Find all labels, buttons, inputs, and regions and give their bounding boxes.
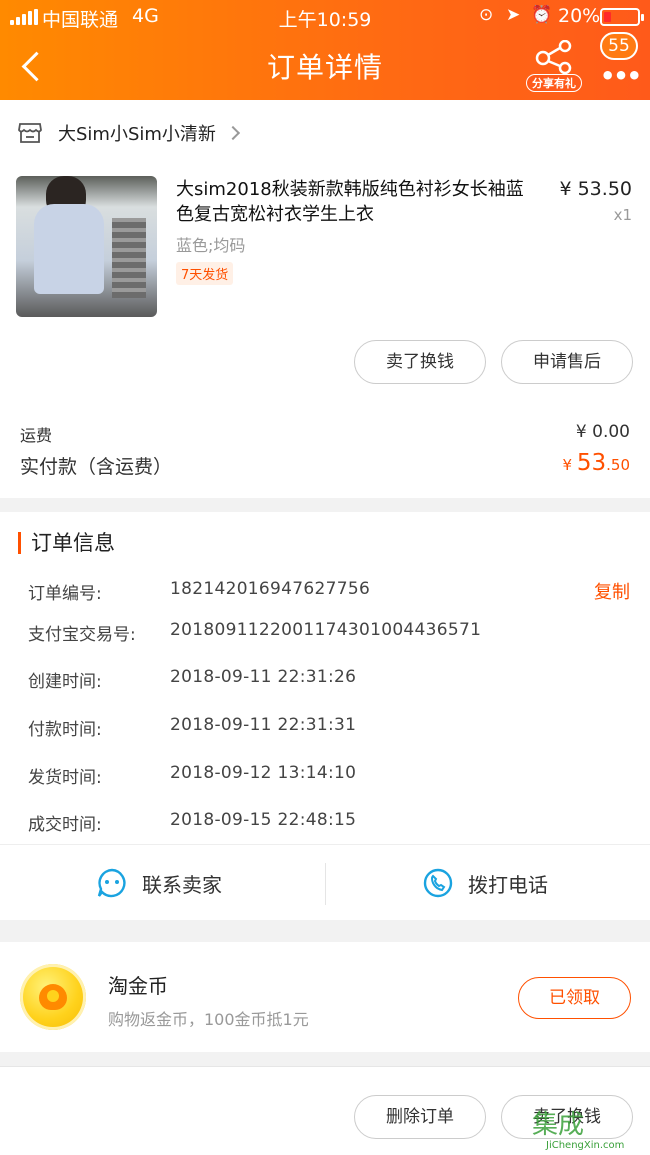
watermark-url: JiChengXin.com — [546, 1140, 625, 1151]
gold-coin-icon — [20, 964, 86, 1030]
product-quantity: x1 — [613, 206, 632, 224]
phone-icon — [423, 868, 453, 898]
order-number-value: 182142016947627756 — [170, 579, 371, 599]
order-number-label: 订单编号: — [28, 584, 102, 604]
coin-subtitle: 购物返金币，100金币抵1元 — [108, 1010, 309, 1029]
chevron-right-icon — [225, 125, 240, 141]
paid-decimal: .50 — [606, 456, 630, 474]
more-menu-icon[interactable]: ••• — [600, 62, 642, 90]
app-header: 中国联通 4G 上午10:59 ⊙ ➤ ⏰ 20% 订单详情 分享有礼 55 •… — [0, 0, 650, 100]
total-paid-value: ¥ 53.50 — [563, 450, 630, 476]
shipped-time-label: 发货时间: — [28, 768, 102, 788]
coin-title: 淘金币 — [108, 974, 168, 998]
paid-integer: 53 — [576, 450, 607, 476]
shop-name: 大Sim小Sim小清新 — [58, 124, 216, 145]
share-button[interactable]: 分享有礼 — [526, 40, 582, 92]
location-icon: ➤ — [506, 5, 521, 25]
contact-divider — [325, 863, 326, 905]
contact-seller-label: 联系卖家 — [142, 872, 222, 897]
created-time-label: 创建时间: — [28, 672, 102, 692]
after-sales-button[interactable]: 申请售后 — [501, 340, 633, 384]
paid-time-value: 2018-09-11 22:31:31 — [170, 715, 357, 735]
order-info-title: 订单信息 — [18, 532, 115, 554]
product-price: ¥ 53.50 — [559, 178, 632, 200]
shipped-time-value: 2018-09-12 13:14:10 — [170, 763, 357, 783]
product-title[interactable]: 大sim2018秋装新款韩版纯色衬衫女长袖蓝色复古宽松衬衣学生上衣 — [176, 177, 536, 227]
copy-order-number-button[interactable]: 复制 — [594, 578, 630, 604]
shipping-tag: 7天发货 — [176, 262, 234, 285]
order-info-card: 订单信息 订单编号: 182142016947627756 复制 支付宝交易号:… — [0, 512, 650, 920]
product-image[interactable] — [16, 176, 157, 317]
product-spec: 蓝色;均码 — [176, 236, 246, 255]
completed-time-label: 成交时间: — [28, 815, 102, 835]
alipay-trade-value: 2018091122001174301004436571 — [170, 620, 482, 640]
battery-icon — [600, 8, 644, 26]
paid-currency: ¥ — [562, 456, 577, 474]
alarm-icon: ⏰ — [531, 5, 553, 25]
shipping-fee-label: 运费 — [20, 426, 53, 445]
call-phone-button[interactable]: 拨打电话 — [422, 863, 548, 903]
delete-order-button[interactable]: 删除订单 — [354, 1095, 486, 1139]
message-badge: 55 — [600, 32, 638, 60]
taobao-coin-card: 淘金币 购物返金币，100金币抵1元 已领取 — [0, 942, 650, 1052]
chat-icon — [97, 868, 126, 898]
total-paid-label: 实付款（含运费） — [20, 456, 173, 478]
status-bar: 中国联通 4G 上午10:59 ⊙ ➤ ⏰ 20% — [0, 0, 650, 34]
alipay-trade-label: 支付宝交易号: — [28, 625, 136, 645]
watermark: 集成 JiChengXin.com — [528, 1102, 650, 1155]
paid-time-label: 付款时间: — [28, 720, 102, 740]
share-label: 分享有礼 — [526, 74, 582, 92]
shipping-fee-value: ¥ 0.00 — [575, 422, 630, 442]
watermark-text: 集成 — [532, 1110, 585, 1140]
contact-bar: 联系卖家 拨打电话 — [0, 844, 650, 920]
share-icon — [535, 40, 572, 74]
orientation-lock-icon: ⊙ — [479, 5, 494, 25]
call-phone-label: 拨打电话 — [468, 872, 548, 897]
battery-percent: 20% — [558, 5, 601, 27]
status-time: 上午10:59 — [278, 9, 372, 31]
created-time-value: 2018-09-11 22:31:26 — [170, 667, 357, 687]
contact-seller-button[interactable]: 联系卖家 — [96, 863, 222, 903]
sell-for-cash-button[interactable]: 卖了换钱 — [354, 340, 486, 384]
completed-time-value: 2018-09-15 22:48:15 — [170, 810, 357, 830]
store-icon — [18, 123, 42, 143]
shop-link[interactable]: 大Sim小Sim小清新 — [18, 118, 240, 148]
coin-claimed-button[interactable]: 已领取 — [518, 977, 631, 1019]
order-item-card: 大Sim小Sim小清新 大sim2018秋装新款韩版纯色衬衫女长袖蓝色复古宽松衬… — [0, 100, 650, 498]
